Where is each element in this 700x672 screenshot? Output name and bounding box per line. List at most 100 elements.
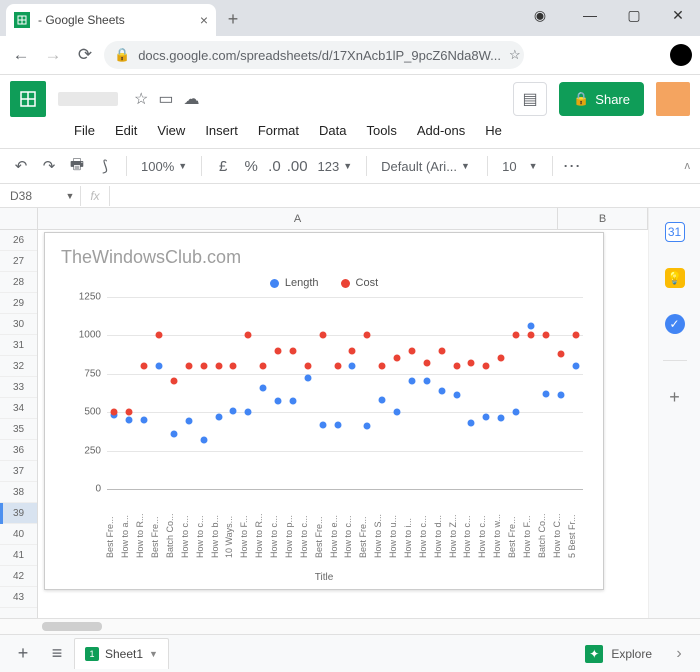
chart-point — [572, 363, 579, 370]
row-header[interactable]: 39 — [0, 503, 37, 524]
doc-title[interactable] — [58, 92, 118, 106]
window-minimize[interactable]: — — [568, 0, 612, 30]
row-header[interactable]: 28 — [0, 272, 37, 293]
browser-tab[interactable]: - Google Sheets × — [6, 4, 216, 36]
menu-add-ons[interactable]: Add-ons — [409, 121, 473, 140]
comments-button[interactable]: ▤ — [513, 82, 547, 116]
add-sheet-button[interactable]: + — [6, 639, 40, 669]
increase-decimal-button[interactable]: .00 — [287, 158, 308, 175]
row-header[interactable]: 36 — [0, 440, 37, 461]
row-header[interactable]: 29 — [0, 293, 37, 314]
row-header[interactable]: 41 — [0, 545, 37, 566]
calendar-addon-icon[interactable]: 31 — [665, 222, 685, 242]
window-close[interactable]: ✕ — [656, 0, 700, 30]
chart-point — [230, 363, 237, 370]
addons-plus-icon[interactable]: + — [665, 387, 685, 407]
explore-button[interactable]: ✦ Explore — [573, 645, 664, 663]
row-header[interactable]: 37 — [0, 461, 37, 482]
chart-point — [200, 363, 207, 370]
chart-point — [319, 421, 326, 428]
nav-forward-icon[interactable]: → — [40, 42, 66, 68]
sheets-logo[interactable] — [10, 81, 46, 117]
row-header[interactable]: 26 — [0, 230, 37, 251]
embedded-chart[interactable]: TheWindowsClub.com LengthCost 0250500750… — [44, 232, 604, 590]
decrease-decimal-button[interactable]: .0 — [268, 158, 281, 175]
menu-file[interactable]: File — [66, 121, 103, 140]
chart-point — [156, 332, 163, 339]
menu-data[interactable]: Data — [311, 121, 354, 140]
chart-point — [334, 421, 341, 428]
paint-format-icon[interactable]: ⟆ — [94, 157, 116, 175]
new-tab-button[interactable]: + — [222, 8, 244, 30]
row-header[interactable]: 32 — [0, 356, 37, 377]
chart-point — [438, 347, 445, 354]
cell-reference[interactable]: D38 — [0, 189, 60, 203]
chart-point — [349, 363, 356, 370]
chart-point — [141, 416, 148, 423]
formula-fx-icon: fx — [80, 186, 110, 206]
toolbar-more-icon[interactable]: ⋯ — [563, 156, 583, 177]
chart-point — [423, 360, 430, 367]
row-header[interactable]: 34 — [0, 398, 37, 419]
row-header[interactable]: 30 — [0, 314, 37, 335]
chart-point — [408, 347, 415, 354]
tab-close-icon[interactable]: × — [200, 12, 208, 28]
column-header[interactable]: B — [558, 208, 648, 229]
row-header[interactable]: 38 — [0, 482, 37, 503]
chart-point — [364, 423, 371, 430]
sheet-tab-menu-icon[interactable]: ▼ — [149, 649, 158, 659]
chart-point — [215, 413, 222, 420]
bookmark-star-icon[interactable]: ☆ — [509, 47, 521, 63]
window-maximize[interactable]: ▢ — [612, 0, 656, 30]
undo-icon[interactable]: ↶ — [10, 157, 32, 175]
collapse-toolbar-icon[interactable]: ʌ — [685, 160, 691, 172]
tasks-addon-icon[interactable]: ✓ — [665, 314, 685, 334]
number-format-select[interactable]: 123▼ — [314, 159, 357, 174]
sheet-tab[interactable]: 1 Sheet1 ▼ — [74, 638, 169, 669]
chart-point — [468, 360, 475, 367]
horizontal-scrollbar[interactable] — [0, 618, 700, 634]
cloud-icon[interactable]: ☁ — [183, 89, 199, 109]
keep-addon-icon[interactable]: 💡 — [665, 268, 685, 288]
column-header[interactable]: A — [38, 208, 558, 229]
cells-area[interactable]: TheWindowsClub.com LengthCost 0250500750… — [38, 230, 648, 618]
share-button[interactable]: 🔒 Share — [559, 82, 644, 116]
menu-tools[interactable]: Tools — [358, 121, 404, 140]
font-size-select[interactable]: 10▼ — [498, 159, 541, 174]
select-all-corner[interactable] — [0, 208, 38, 229]
chart-point — [527, 332, 534, 339]
print-icon[interactable]: 🖶 — [66, 154, 88, 179]
menu-format[interactable]: Format — [250, 121, 307, 140]
menu-insert[interactable]: Insert — [197, 121, 246, 140]
chart-point — [498, 355, 505, 362]
nav-reload-icon[interactable]: ⟳ — [72, 42, 98, 68]
profile-avatar[interactable] — [670, 44, 692, 66]
profile-indicator[interactable]: ◉ — [518, 0, 562, 30]
name-box-dropdown-icon[interactable]: ▼ — [60, 191, 80, 201]
row-header[interactable]: 42 — [0, 566, 37, 587]
currency-button[interactable]: £ — [212, 158, 234, 175]
font-select[interactable]: Default (Ari...▼ — [377, 159, 477, 174]
percent-button[interactable]: % — [240, 158, 262, 175]
menu-view[interactable]: View — [149, 121, 193, 140]
account-avatar[interactable] — [656, 82, 690, 116]
star-icon[interactable]: ☆ — [134, 89, 148, 109]
menu-edit[interactable]: Edit — [107, 121, 145, 140]
menu-he[interactable]: He — [477, 121, 510, 140]
row-header[interactable]: 33 — [0, 377, 37, 398]
row-header[interactable]: 35 — [0, 419, 37, 440]
zoom-select[interactable]: 100%▼ — [137, 159, 191, 174]
row-header[interactable]: 40 — [0, 524, 37, 545]
sidepanel-toggle-icon[interactable]: › — [664, 645, 694, 663]
redo-icon[interactable]: ↷ — [38, 157, 60, 175]
nav-back-icon[interactable]: ← — [8, 42, 34, 68]
chart-point — [379, 363, 386, 370]
row-header[interactable]: 43 — [0, 587, 37, 608]
row-header[interactable]: 27 — [0, 251, 37, 272]
all-sheets-button[interactable]: ≡ — [40, 639, 74, 669]
move-icon[interactable]: ▭ — [158, 89, 173, 109]
url-box[interactable]: 🔒 docs.google.com/spreadsheets/d/17XnAcb… — [104, 41, 524, 69]
row-header[interactable]: 31 — [0, 335, 37, 356]
chart-title: TheWindowsClub.com — [61, 247, 241, 268]
spreadsheet-area: A B 262728293031323334353637383940414243… — [0, 208, 648, 618]
